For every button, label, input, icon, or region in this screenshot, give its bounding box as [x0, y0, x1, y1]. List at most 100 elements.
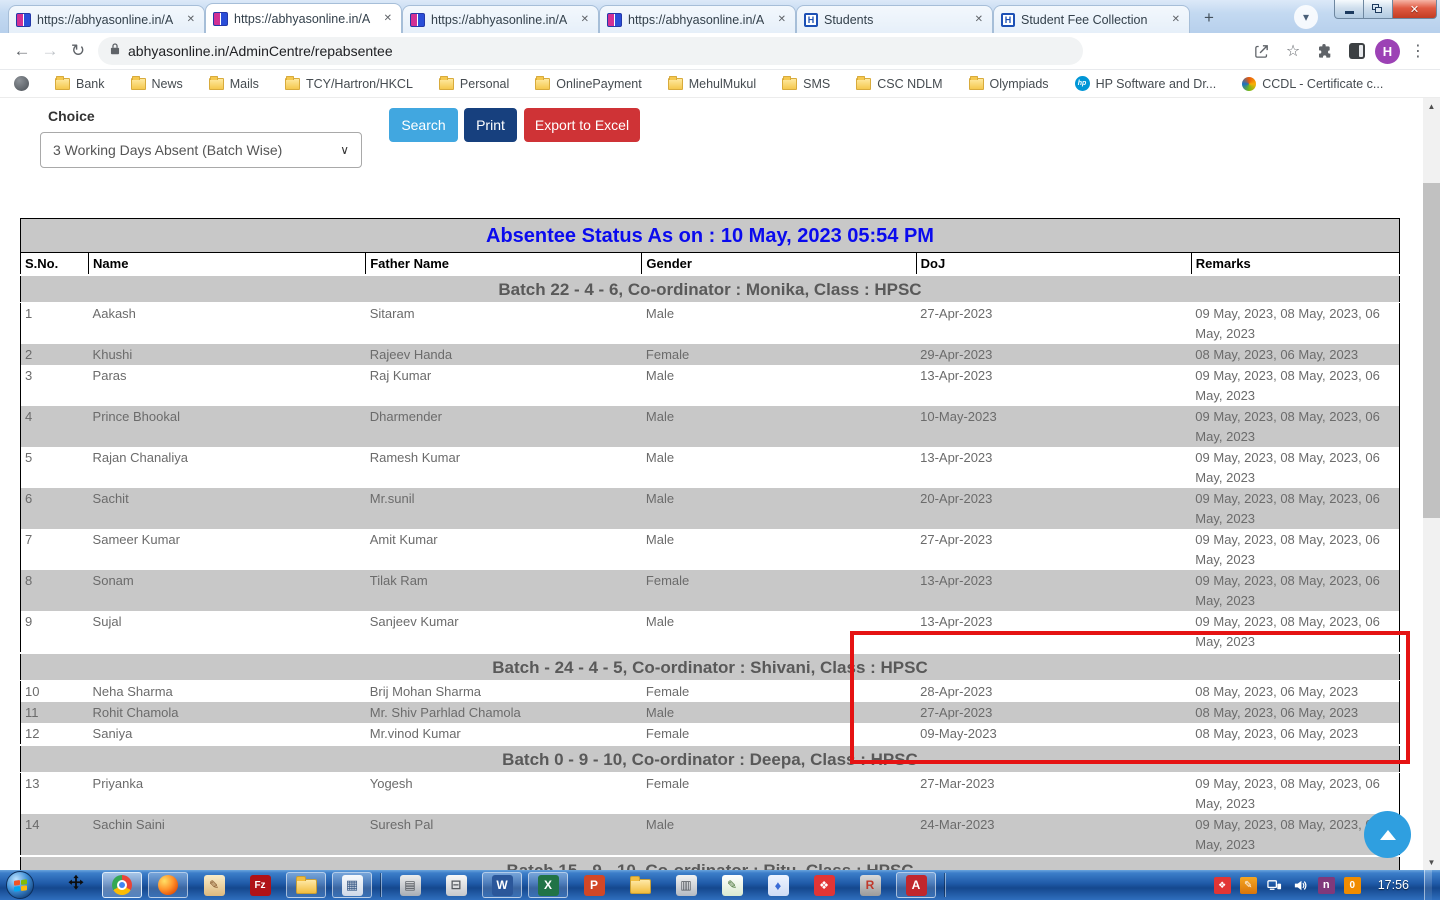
cell-sno: 10 — [21, 681, 89, 703]
bookmark-folder-icon — [285, 78, 300, 90]
tray-icons: ❖ ✎ n0 — [1214, 877, 1361, 894]
bookmark-item[interactable]: CSC NDLM — [856, 77, 942, 91]
excel-taskbar-button[interactable]: X — [528, 872, 568, 898]
new-tab-button[interactable]: + — [1196, 5, 1222, 31]
cell-doj: 13-Apr-2023 — [916, 365, 1191, 406]
remote-app-taskbar-button[interactable]: R — [850, 872, 890, 898]
browser-menu-kebab-icon[interactable]: ⋮ — [1404, 38, 1432, 64]
print-scan-taskbar-button[interactable]: ▥ — [666, 872, 706, 898]
reload-button[interactable]: ↻ — [64, 37, 92, 65]
window-minimize-button[interactable] — [1334, 0, 1364, 19]
bookmark-item[interactable]: CCDL - Certificate c... — [1242, 77, 1383, 91]
tab-close-icon[interactable]: ✕ — [973, 14, 985, 25]
choice-label: Choice — [48, 108, 95, 124]
browser-tab[interactable]: https://abhyasonline.in/A✕ — [402, 5, 599, 33]
bookmark-item[interactable]: hpHP Software and Dr... — [1075, 76, 1217, 91]
bookmark-item[interactable]: Personal — [439, 77, 509, 91]
filezilla-taskbar-button[interactable]: Fz — [240, 872, 280, 898]
calculator-taskbar-button[interactable]: ▦ — [332, 872, 372, 898]
globe-bookmark-icon[interactable] — [14, 76, 29, 91]
forward-button[interactable]: → — [36, 37, 64, 65]
tray-onenote-icon[interactable]: n — [1318, 877, 1335, 894]
tray-stamp-icon[interactable]: ✎ — [1240, 877, 1257, 894]
print-button[interactable]: Print — [464, 108, 517, 142]
move-tool-taskbar-button[interactable] — [56, 872, 96, 898]
tab-close-icon[interactable]: ✕ — [382, 13, 394, 24]
tray-network-icon[interactable] — [1266, 877, 1283, 894]
back-button[interactable]: ← — [8, 37, 36, 65]
bookmark-star-icon[interactable]: ☆ — [1279, 38, 1307, 64]
extensions-puzzle-icon[interactable] — [1311, 38, 1339, 64]
bookmark-label: MehulMukul — [689, 77, 756, 91]
address-bar[interactable]: abhyasonline.in/AdminCentre/repabsentee — [98, 37, 1083, 65]
share-icon[interactable] — [1247, 38, 1275, 64]
search-button[interactable]: Search — [389, 108, 458, 142]
scanner-taskbar-button[interactable]: ⊟ — [436, 872, 476, 898]
table-row: 6SachitMr.sunilMale20-Apr-202309 May, 20… — [21, 488, 1400, 529]
browser-tab[interactable]: HStudent Fee Collection✕ — [993, 5, 1190, 33]
cell-sno: 11 — [21, 702, 89, 723]
window-close-button[interactable]: ✕ — [1392, 0, 1437, 19]
chrome-taskbar-button[interactable] — [102, 872, 142, 898]
paint-taskbar-button[interactable]: ✎ — [194, 872, 234, 898]
print-scan-icon: ▥ — [676, 875, 697, 896]
word-taskbar-button[interactable]: W — [482, 872, 522, 898]
bookmark-folder-icon — [209, 78, 224, 90]
browser-toolbar: ← → ↻ abhyasonline.in/AdminCentre/repabs… — [0, 33, 1440, 70]
start-button[interactable] — [6, 871, 34, 899]
show-desktop-button[interactable] — [1424, 870, 1432, 900]
window-restore-button[interactable] — [1364, 0, 1392, 19]
browser-tab[interactable]: https://abhyasonline.in/A✕ — [599, 5, 796, 33]
notepad-icon: ✎ — [722, 875, 743, 896]
scroll-to-top-button[interactable] — [1364, 811, 1411, 858]
tray-red-app-icon[interactable]: ❖ — [1214, 877, 1231, 894]
tab-close-icon[interactable]: ✕ — [1170, 14, 1182, 25]
lock-icon[interactable] — [110, 42, 120, 60]
browser-tab[interactable]: HStudents✕ — [796, 5, 993, 33]
printer-taskbar-button[interactable]: ▤ — [390, 872, 430, 898]
folder-taskbar-button[interactable] — [620, 872, 660, 898]
bookmark-item[interactable]: TCY/Hartron/HKCL — [285, 77, 413, 91]
tab-close-icon[interactable]: ✕ — [776, 14, 788, 25]
scrollbar-up-arrow[interactable]: ▲ — [1423, 98, 1440, 114]
page-scrollbar[interactable]: ▲ ▼ — [1423, 98, 1440, 870]
cell-name: Rajan Chanaliya — [89, 447, 366, 488]
cell-remarks: 09 May, 2023, 08 May, 2023, 06 May, 2023 — [1191, 529, 1399, 570]
design-tool-taskbar-button[interactable]: ♦ — [758, 872, 798, 898]
cell-gender: Male — [642, 447, 916, 488]
tab-close-icon[interactable]: ✕ — [185, 14, 197, 25]
file-explorer-taskbar-button[interactable] — [286, 872, 326, 898]
red-app-taskbar-button[interactable]: ❖ — [804, 872, 844, 898]
export-excel-button[interactable]: Export to Excel — [524, 108, 640, 142]
bookmark-item[interactable]: MehulMukul — [668, 77, 756, 91]
bookmark-item[interactable]: OnlinePayment — [535, 77, 641, 91]
browser-tab[interactable]: https://abhyasonline.in/A✕ — [8, 5, 205, 33]
cell-name: Neha Sharma — [89, 681, 366, 703]
url-text: abhyasonline.in/AdminCentre/repabsentee — [128, 43, 393, 59]
scrollbar-thumb[interactable] — [1423, 183, 1440, 518]
acrobat-taskbar-button[interactable]: A — [896, 872, 936, 898]
cell-name: Prince Bhookal — [89, 406, 366, 447]
tray-volume-icon[interactable] — [1292, 877, 1309, 894]
cell-name: Saniya — [89, 723, 366, 745]
cell-gender: Male — [642, 814, 916, 856]
notepad-taskbar-button[interactable]: ✎ — [712, 872, 752, 898]
firefox-taskbar-button[interactable] — [148, 872, 188, 898]
tab-search-chevron-icon[interactable]: ▾ — [1294, 5, 1318, 29]
column-header: Name — [89, 253, 366, 276]
browser-tab[interactable]: https://abhyasonline.in/A✕ — [205, 3, 402, 33]
powerpoint-taskbar-button[interactable]: P — [574, 872, 614, 898]
bookmark-item[interactable]: News — [131, 77, 183, 91]
taskbar-clock[interactable]: 17:56 — [1378, 878, 1409, 892]
bookmark-item[interactable]: Bank — [55, 77, 105, 91]
bookmark-item[interactable]: Olympiads — [969, 77, 1049, 91]
table-header-row: S.No.NameFather NameGenderDoJRemarks — [21, 253, 1400, 276]
scrollbar-down-arrow[interactable]: ▼ — [1423, 854, 1440, 870]
profile-avatar[interactable]: H — [1375, 39, 1400, 64]
choice-select[interactable]: 3 Working Days Absent (Batch Wise) ∨ — [40, 132, 362, 168]
tab-close-icon[interactable]: ✕ — [579, 14, 591, 25]
tray-updates-icon[interactable]: 0 — [1344, 877, 1361, 894]
bookmark-item[interactable]: Mails — [209, 77, 259, 91]
side-panel-icon[interactable] — [1343, 38, 1371, 64]
bookmark-item[interactable]: SMS — [782, 77, 830, 91]
